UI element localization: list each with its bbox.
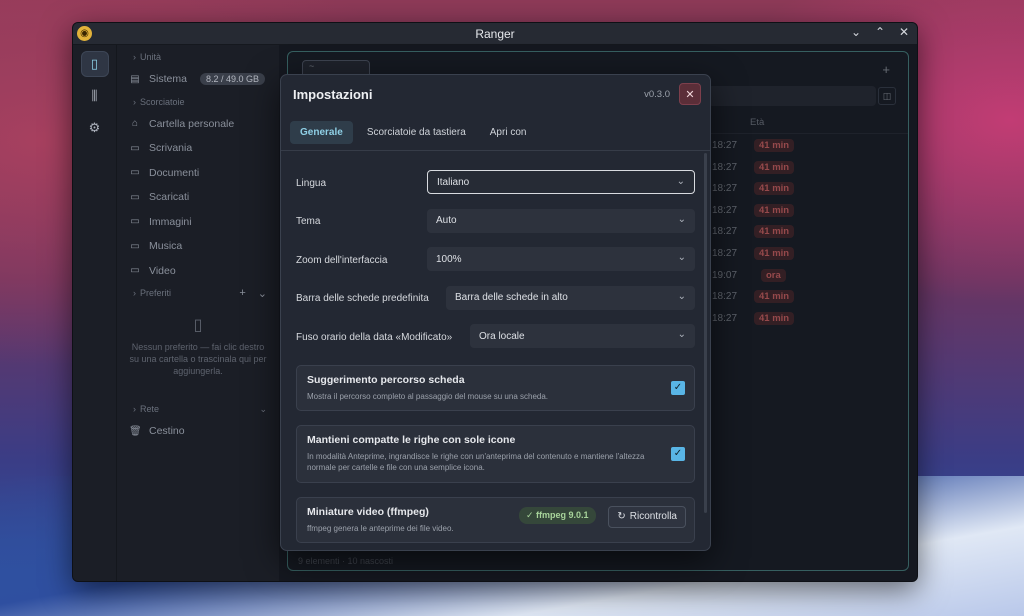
sidebar-item-music[interactable]: ▭ Musica <box>117 234 279 259</box>
tab-path-desc: Mostra il percorso completo al passaggio… <box>307 391 549 401</box>
compact-rows-desc: In modalità Anteprime, ingrandisce le ri… <box>307 451 645 472</box>
tab-path-card: Suggerimento percorso scheda Mostra il p… <box>296 364 695 411</box>
settings-dialog: Impostazioni v0.3.0 ✕ Generale Scorciato… <box>280 74 711 551</box>
zoom-select[interactable]: 100% ⌄ <box>427 247 695 271</box>
compact-rows-checkbox[interactable]: ✓ <box>671 446 685 461</box>
theme-label: Tema <box>296 216 321 228</box>
sidebar-item-trash[interactable]: 🗑 Cestino <box>117 419 279 444</box>
chevron-down-icon: ⌄ <box>677 290 686 302</box>
drive-icon: ▤ <box>130 73 140 85</box>
favorites-empty-text: Nessun preferito — fai clic destro su un… <box>129 342 267 376</box>
close-dialog-button[interactable]: ✕ <box>679 83 701 105</box>
gear-icon[interactable]: ⚙ <box>81 115 109 141</box>
theme-select[interactable]: Auto ⌄ <box>427 208 695 233</box>
timezone-select[interactable]: Ora locale ⌄ <box>470 324 695 348</box>
recheck-button[interactable]: ↻ Ricontrolla <box>608 505 686 528</box>
app-logo-icon: ◉ <box>77 26 92 41</box>
tabbar-select[interactable]: Barra delle schede in alto ⌄ <box>446 285 695 310</box>
zoom-label: Zoom dell'interfaccia <box>296 254 388 266</box>
home-icon: ⌂ <box>131 118 139 130</box>
bookmark-icon: ▯ <box>193 317 203 334</box>
tab-open-with[interactable]: Apri con <box>480 121 537 144</box>
tab-path-checkbox[interactable]: ✓ <box>671 380 685 395</box>
tabbar-label: Barra delle schede predefinita <box>296 293 429 305</box>
trash-icon: 🗑 <box>129 425 142 437</box>
dialog-title: Impostazioni <box>293 87 373 102</box>
chevron-down-icon: ⌄ <box>677 329 686 340</box>
section-network[interactable]: › Rete ⌄ <box>117 399 279 419</box>
sidebar-item-documents[interactable]: ▭ Documenti <box>117 161 279 186</box>
version-label: v0.3.0 <box>644 89 670 100</box>
video-thumbs-desc: ffmpeg genera le anteprime dei file vide… <box>307 523 454 533</box>
language-select[interactable]: Italiano ⌄ <box>427 170 695 194</box>
sidebar-toggle-icon[interactable]: ▯ <box>80 51 109 77</box>
chevron-down-icon: ⌄ <box>677 252 686 263</box>
refresh-icon: ↻ <box>617 511 626 522</box>
chevron-down-icon: ⌄ <box>677 213 686 225</box>
sidebar-item-home[interactable]: ⌂ Cartella personale <box>117 112 279 137</box>
section-drives[interactable]: › Unità <box>117 47 279 67</box>
sidebar-item-pictures[interactable]: ▭ Immagini <box>117 210 279 235</box>
nav-rail: ▯ ⫼ ⚙ <box>73 45 117 581</box>
close-window-icon[interactable]: ✕ <box>897 25 911 39</box>
chevron-down-icon[interactable]: ⌄ <box>258 287 267 300</box>
settings-tabs: Generale Scorciatoie da tastiera Apri co… <box>281 115 710 151</box>
compact-rows-card: Mantieni compatte le righe con sole icon… <box>296 424 695 483</box>
title-bar: ◉ Ranger ⌄ ⌃ ✕ <box>73 23 917 45</box>
chevron-icon: › <box>133 52 136 62</box>
folder-icon: ▭ <box>130 240 140 252</box>
tab-shortcuts[interactable]: Scorciatoie da tastiera <box>357 121 476 144</box>
tab-path-title: Suggerimento percorso scheda <box>307 373 465 386</box>
ffmpeg-status-badge: ✓ ffmpeg 9.0.1 <box>519 506 596 524</box>
close-icon: ✕ <box>685 88 695 101</box>
chevron-down-icon[interactable]: ⌄ <box>849 25 863 39</box>
language-label: Lingua <box>296 177 327 189</box>
tab-general[interactable]: Generale <box>290 121 353 144</box>
video-thumbs-card: Miniature video (ffmpeg) ffmpeg genera l… <box>296 496 695 543</box>
window-title: Ranger <box>475 26 515 41</box>
drive-usage-badge: 8.2 / 49.0 GB <box>199 73 265 86</box>
folder-icon: ▭ <box>130 142 140 154</box>
folder-icon: ▭ <box>130 216 140 228</box>
section-favorites[interactable]: › Preferiti + ⌄ <box>117 283 279 303</box>
library-icon[interactable]: ⫼ <box>81 83 109 109</box>
sidebar-item-downloads[interactable]: ▭ Scaricati <box>117 185 279 210</box>
sidebar-item-system[interactable]: ▤ Sistema 8.2 / 49.0 GB <box>117 67 279 92</box>
timezone-label: Fuso orario della data «Modificato» <box>296 331 453 343</box>
sidebar: › Unità ▤ Sistema 8.2 / 49.0 GB › Scorciat… <box>117 45 279 581</box>
section-shortcuts[interactable]: › Scorciatoie <box>117 92 279 112</box>
chevron-down-icon: ⌄ <box>676 176 685 187</box>
folder-icon: ▭ <box>130 167 140 179</box>
add-favorite-icon[interactable]: + <box>239 287 245 300</box>
sidebar-item-desktop[interactable]: ▭ Scrivania <box>117 136 279 161</box>
folder-icon: ▭ <box>130 265 140 277</box>
compact-rows-title: Mantieni compatte le righe con sole icon… <box>307 433 516 446</box>
folder-icon: ▭ <box>130 191 140 203</box>
sidebar-item-videos[interactable]: ▭ Video <box>117 259 279 284</box>
chevron-up-icon[interactable]: ⌃ <box>873 25 887 39</box>
